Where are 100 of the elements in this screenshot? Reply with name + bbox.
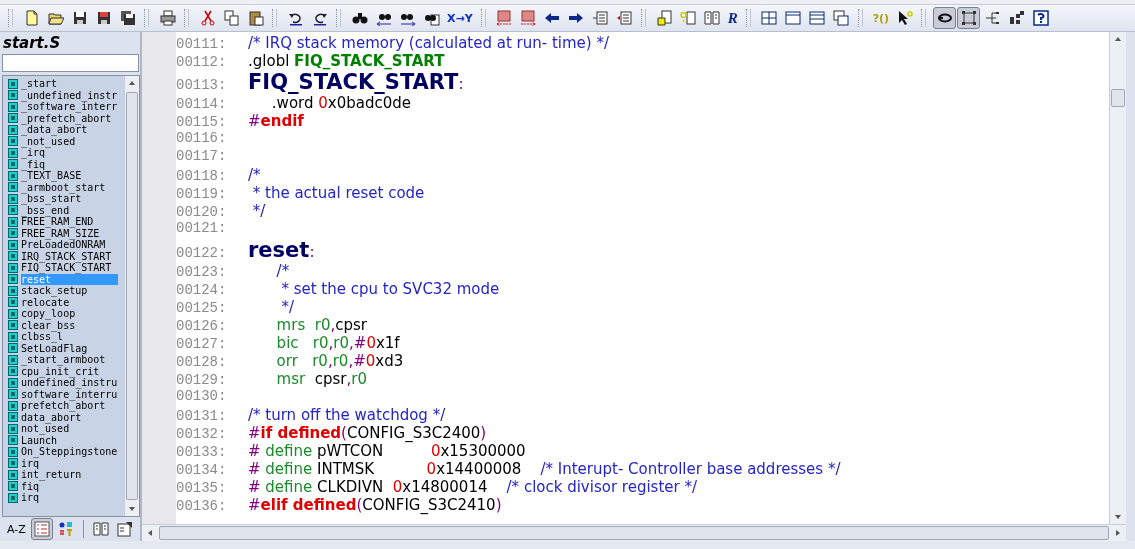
symbol-icon [8, 78, 18, 89]
toolbar-button[interactable]: X→Y [444, 7, 476, 29]
symbol-item[interactable]: not_used [21, 423, 72, 435]
symbol-item[interactable]: FREE_RAM_END [21, 216, 96, 228]
code-line: #endif [248, 112, 304, 130]
line-number: 00111: [176, 36, 228, 52]
symbol-icon [8, 320, 18, 331]
scroll-thumb[interactable] [1111, 89, 1125, 107]
sort-tab[interactable]: A-Z [4, 518, 29, 540]
symbol-item[interactable]: FIQ_STACK_START [21, 262, 114, 274]
symbol-item[interactable]: _not_used [21, 135, 78, 147]
symbol-item[interactable]: _bss_start [21, 193, 84, 205]
scrollbar[interactable] [142, 524, 1126, 541]
symbol-item[interactable]: _irq [21, 147, 48, 159]
symbol-item[interactable]: int_return [21, 469, 84, 481]
code-line: reset: [248, 238, 315, 262]
list-tab[interactable] [30, 518, 53, 540]
symbol-item[interactable]: data_abort [21, 411, 84, 423]
symbol-icon [8, 90, 18, 101]
symbol-item[interactable]: _prefetch_abort [21, 112, 114, 124]
frame-icon [960, 10, 977, 26]
symbol-item[interactable]: prefetch_abort [21, 400, 108, 412]
symbol-icon [8, 458, 18, 469]
line-number: 00115: [176, 114, 228, 130]
code-line: msr cpsr,r0 [275, 370, 367, 388]
symbol-item[interactable]: irq [21, 457, 42, 469]
line-number: 00132: [176, 426, 228, 442]
window-icon [785, 10, 802, 26]
down-arrow-icon[interactable] [129, 507, 135, 511]
down-arrow-icon[interactable] [1115, 515, 1121, 519]
symbol-icon [8, 331, 18, 342]
line-number: 00126: [176, 318, 228, 334]
toolbar-button[interactable] [957, 7, 981, 29]
scissors-icon [199, 10, 216, 26]
toolbar-button[interactable]: R [724, 7, 741, 29]
symbol-icon [8, 285, 18, 296]
symbol-item[interactable]: clear_bss [21, 319, 78, 331]
code-line: * the actual reset code [251, 184, 425, 202]
windows-icon [833, 10, 850, 26]
code-line: .globl FIQ_STACK_START [248, 52, 445, 70]
floppies-icon [119, 10, 136, 26]
scrollbar[interactable] [124, 76, 139, 516]
symbol-item[interactable]: _TEXT_BASE [21, 170, 84, 182]
symbol-item[interactable]: fiq [21, 480, 42, 492]
symbol-item[interactable]: _data_abort [21, 124, 90, 136]
symbol-icon [8, 216, 18, 227]
symbol-item[interactable]: FREE_RAM_SIZE [21, 227, 102, 239]
left-arrow-icon[interactable] [148, 530, 152, 536]
symbol-item[interactable]: copy_loop [21, 308, 78, 320]
scrollbar[interactable] [1109, 32, 1126, 524]
redo-icon [311, 10, 328, 26]
symbol-item[interactable]: cpu_init_crit [21, 365, 102, 377]
symbol-item[interactable]: SetLoadFlag [21, 342, 90, 354]
symbol-icon [8, 193, 18, 204]
symbol-item[interactable]: _software_interr [21, 101, 120, 113]
symbol-item[interactable]: _start [21, 78, 60, 90]
code-line: # define CLKDIVN 0x14800014 /* clock divisor register */ [248, 478, 697, 496]
symbol-item[interactable]: relocate [21, 296, 72, 308]
line-number: 00122: [176, 245, 228, 261]
symbol-icon [8, 124, 18, 135]
line-number: 00124: [176, 282, 228, 298]
symbol-item[interactable]: software_interru [21, 388, 120, 400]
symbol-item[interactable]: _armboot_start [21, 181, 108, 193]
code-line: * set the cpu to SVC32 mode [280, 280, 500, 298]
line-number: 00121: [176, 220, 228, 236]
right-arrow-icon[interactable] [1116, 530, 1120, 536]
left-arrow-icon [544, 10, 561, 26]
line-number: 00114: [176, 96, 228, 112]
symbol-item[interactable]: stack_setup [21, 285, 90, 297]
code-line: # define pWTCON 0x15300000 [248, 442, 526, 460]
symbol-item[interactable]: Launch [21, 434, 60, 446]
line-number: 00134: [176, 462, 228, 478]
symbol-item[interactable]: _bss_end [21, 204, 72, 216]
hand-icon [656, 10, 673, 26]
up-arrow-icon[interactable] [1115, 37, 1121, 41]
symbol-icon [8, 147, 18, 158]
toolbar-button[interactable] [933, 7, 957, 29]
code-line: orr r0,r0,#0xd3 [275, 352, 404, 370]
line-number: 00133: [176, 444, 228, 460]
symbol-item[interactable]: clbss_l [21, 331, 66, 343]
symbol-icon [8, 354, 18, 365]
symbol-item[interactable]: _undefined_instr [21, 89, 120, 101]
symbol-item[interactable]: On_Steppingstone [21, 446, 120, 458]
symbol-icon [8, 423, 18, 434]
symbol-item[interactable]: _start_armboot [21, 354, 108, 366]
symbol-item[interactable]: PreLoadedONRAM [21, 239, 108, 251]
scroll-thumb[interactable] [126, 92, 138, 500]
file-title: start.S [2, 33, 62, 54]
symbol-item[interactable]: _fiq [21, 158, 48, 170]
binoculars-icon [351, 10, 368, 26]
line-number: 00119: [176, 186, 228, 202]
line-number: 00118: [176, 168, 228, 184]
symbol-item[interactable]: undefined_instru [21, 377, 120, 389]
search-field[interactable] [2, 54, 139, 72]
code-line: # define INTMSK 0x14400008 /* Interupt- Controller base addresses */ [248, 460, 841, 478]
scroll-thumb[interactable] [159, 526, 1109, 540]
symbol-item[interactable]: IRQ_STACK_START [21, 250, 114, 262]
symbol-item[interactable]: irq [21, 492, 42, 504]
symbol-icon [8, 136, 18, 147]
up-arrow-icon[interactable] [129, 81, 135, 85]
